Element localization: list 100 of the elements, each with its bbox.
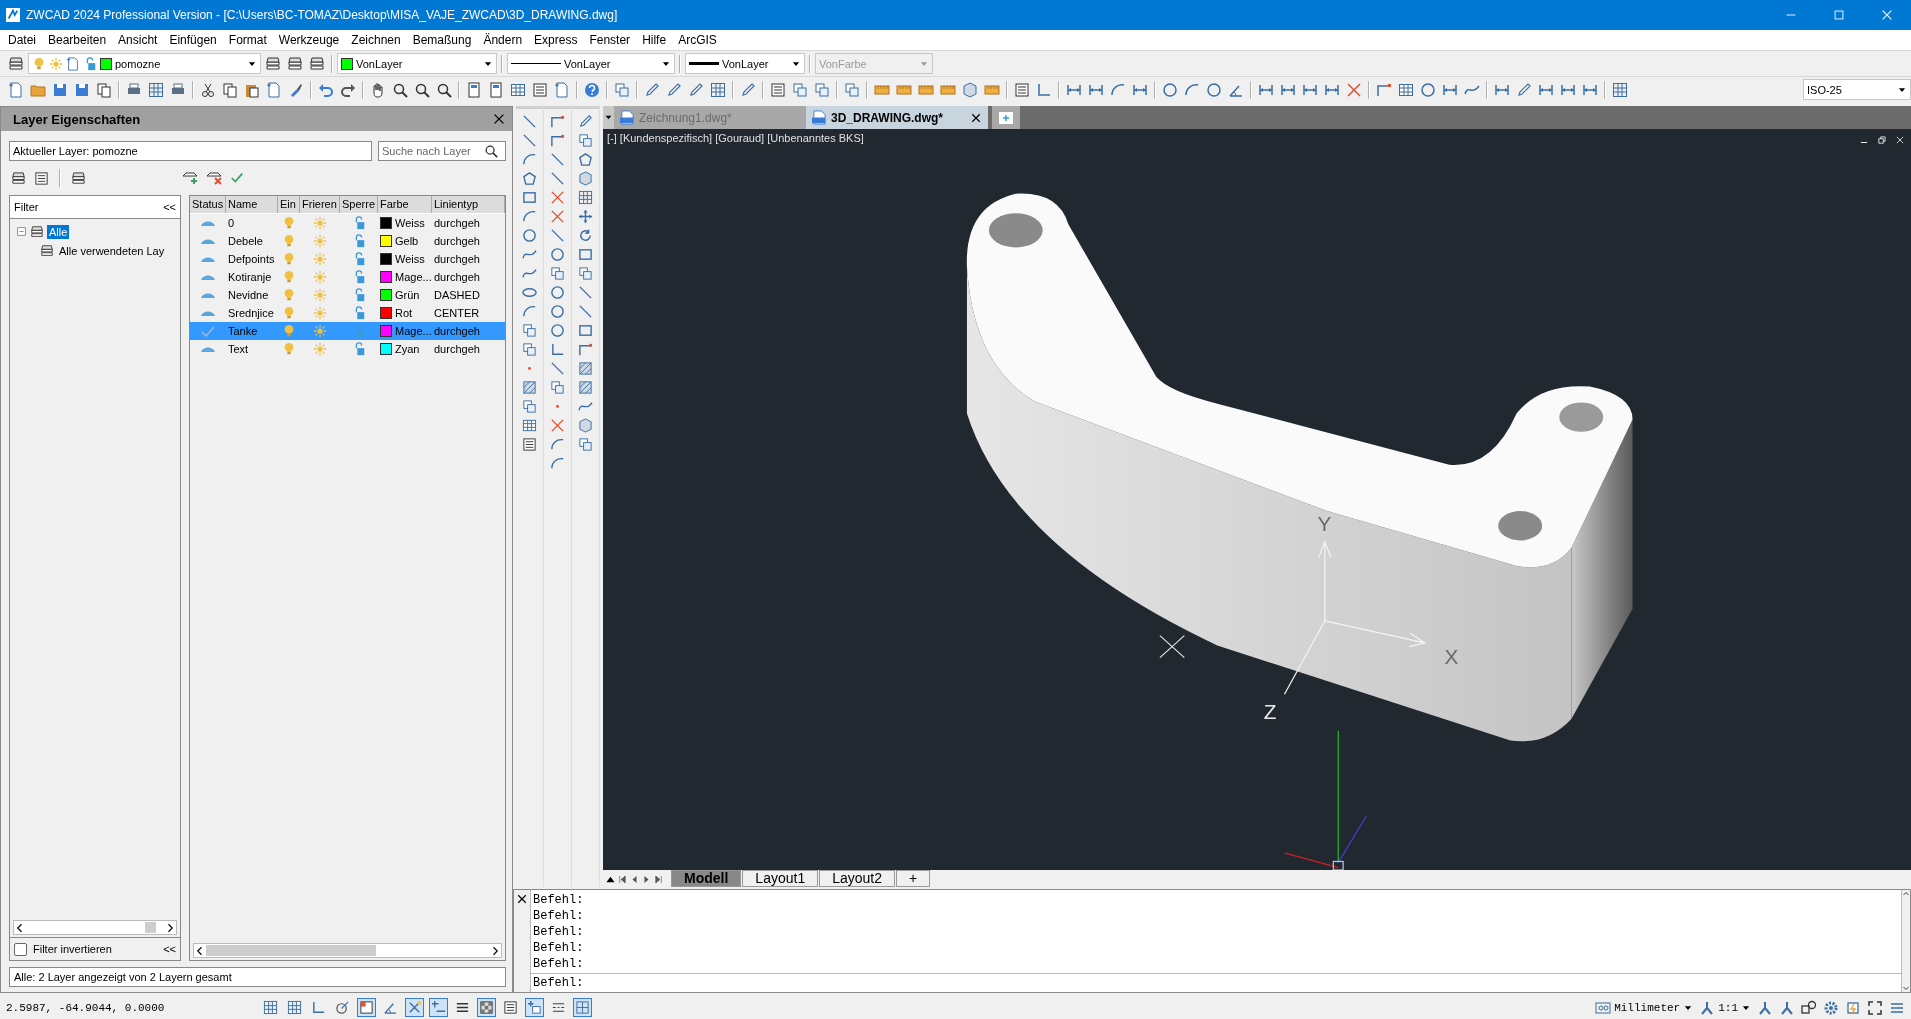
grid-icon[interactable] <box>148 81 164 98</box>
table-icon[interactable] <box>522 417 537 433</box>
circle-icon[interactable] <box>522 227 537 243</box>
page-icon[interactable] <box>8 81 24 98</box>
gear-icon[interactable] <box>1823 999 1839 1016</box>
hatch-icon[interactable] <box>522 379 537 395</box>
close-icon[interactable] <box>516 893 528 905</box>
block-icon[interactable] <box>522 398 537 414</box>
color-swatch[interactable] <box>380 271 392 283</box>
menu-item[interactable]: Bemaßung <box>406 33 478 47</box>
redo-icon[interactable] <box>340 81 356 98</box>
line-icon[interactable] <box>550 227 565 243</box>
menu-item[interactable]: Express <box>528 33 584 47</box>
vertical-scrollbar[interactable] <box>1901 890 1910 992</box>
list-icon[interactable] <box>34 170 49 186</box>
layout-tab[interactable]: Layout1 <box>742 870 819 887</box>
next-arrow-icon[interactable] <box>641 874 652 885</box>
polyline-icon[interactable] <box>550 113 565 129</box>
help-icon[interactable] <box>584 81 600 98</box>
block-icon[interactable] <box>550 379 565 395</box>
restore-icon[interactable] <box>1877 135 1887 145</box>
circle-icon[interactable] <box>1206 81 1222 98</box>
scrollbar-thumb[interactable] <box>206 945 376 956</box>
caret-icon[interactable] <box>604 113 613 122</box>
layers-icon[interactable] <box>265 55 281 72</box>
line-icon[interactable] <box>578 303 593 319</box>
scissors-icon[interactable] <box>200 81 216 98</box>
pencil-icon[interactable] <box>578 113 593 129</box>
grid-icon[interactable] <box>1612 81 1628 98</box>
viewport-label[interactable]: [-] [Kundenspezifisch] [Gouraud] [Unbenanntes BKS] <box>607 132 864 144</box>
page-icon[interactable] <box>554 81 570 98</box>
color-swatch[interactable] <box>380 217 392 229</box>
arc-icon[interactable] <box>550 455 565 471</box>
circle-icon[interactable] <box>1420 81 1436 98</box>
arc-icon[interactable] <box>1110 81 1126 98</box>
tripod-icon[interactable] <box>1757 999 1773 1016</box>
cube-icon[interactable] <box>578 417 593 433</box>
block-icon[interactable] <box>792 81 808 98</box>
line-icon[interactable] <box>522 113 537 129</box>
polyline-icon[interactable] <box>578 341 593 357</box>
right-angle-icon[interactable] <box>550 341 565 357</box>
arc-icon[interactable] <box>522 208 537 224</box>
circle-arrow-icon[interactable] <box>334 999 351 1016</box>
hatch-icon[interactable] <box>578 360 593 376</box>
document-tab[interactable]: 3D_DRAWING.dwg* <box>806 106 988 129</box>
color-dropdown[interactable]: VonLayer <box>337 53 497 74</box>
collapse-button[interactable]: << <box>163 201 176 213</box>
command-input[interactable]: Befehl: <box>531 973 1901 992</box>
menu-item[interactable]: Hilfe <box>636 33 673 47</box>
floppy-icon[interactable] <box>74 81 90 98</box>
block-icon[interactable] <box>522 341 537 357</box>
layout-tab[interactable]: + <box>896 870 931 887</box>
column-header[interactable]: Linientyp <box>432 196 505 213</box>
block-icon[interactable] <box>578 265 593 281</box>
crossed-arrows-icon[interactable] <box>406 999 423 1016</box>
last-arrow-icon[interactable] <box>653 874 664 885</box>
layers-icon[interactable] <box>8 55 24 72</box>
list-icon[interactable] <box>502 999 519 1016</box>
layout-tab[interactable]: Layout2 <box>819 870 895 887</box>
units-dropdown[interactable]: Millimeter <box>1595 999 1694 1016</box>
layer-add-icon[interactable] <box>182 170 198 186</box>
close-icon[interactable] <box>970 111 982 124</box>
pencil-icon[interactable] <box>740 81 756 98</box>
plus-square-icon[interactable] <box>526 999 543 1016</box>
calculator-icon[interactable] <box>488 81 504 98</box>
calculator-icon[interactable] <box>466 81 482 98</box>
arc-icon[interactable] <box>522 303 537 319</box>
layout-tab[interactable]: Modell <box>671 870 742 887</box>
line-icon[interactable] <box>550 170 565 186</box>
polyline-icon[interactable] <box>550 132 565 148</box>
rectangle-icon[interactable] <box>522 189 537 205</box>
grid-icon[interactable] <box>578 189 593 205</box>
color-swatch[interactable] <box>380 289 392 301</box>
menu-item[interactable]: Ändern <box>477 33 529 47</box>
copy-icon[interactable] <box>222 81 238 98</box>
linetype-dropdown[interactable]: VonLayer <box>507 53 675 74</box>
block-icon[interactable] <box>614 81 630 98</box>
column-header[interactable]: Farbe <box>378 196 432 213</box>
circle-icon[interactable] <box>550 284 565 300</box>
block-icon[interactable] <box>814 81 830 98</box>
polygon-icon[interactable] <box>578 151 593 167</box>
column-header[interactable]: Name <box>226 196 278 213</box>
block-icon[interactable] <box>578 436 593 452</box>
pencil-icon[interactable] <box>666 81 682 98</box>
pencil-icon[interactable] <box>644 81 660 98</box>
square-icon[interactable] <box>358 999 375 1016</box>
layer-row[interactable]: Tanke Mage... durchgeh <box>190 322 505 340</box>
layers-icon[interactable] <box>287 55 303 72</box>
column-header[interactable]: Sperre <box>340 196 378 213</box>
rectangle-icon[interactable] <box>578 246 593 262</box>
lineweight-dropdown[interactable]: VonLayer <box>685 53 805 74</box>
copy-icon[interactable] <box>96 81 112 98</box>
line-icon[interactable] <box>522 132 537 148</box>
up-arrow-icon[interactable] <box>605 874 616 885</box>
dimension-style-dropdown[interactable]: ISO-25 <box>1803 79 1911 100</box>
magnifier-icon[interactable] <box>414 81 430 98</box>
block-icon[interactable] <box>578 132 593 148</box>
menu-item[interactable]: Ansicht <box>112 33 164 47</box>
search-field[interactable]: Suche nach Layer <box>378 141 506 161</box>
menu-item[interactable]: Zeichnen <box>345 33 407 47</box>
